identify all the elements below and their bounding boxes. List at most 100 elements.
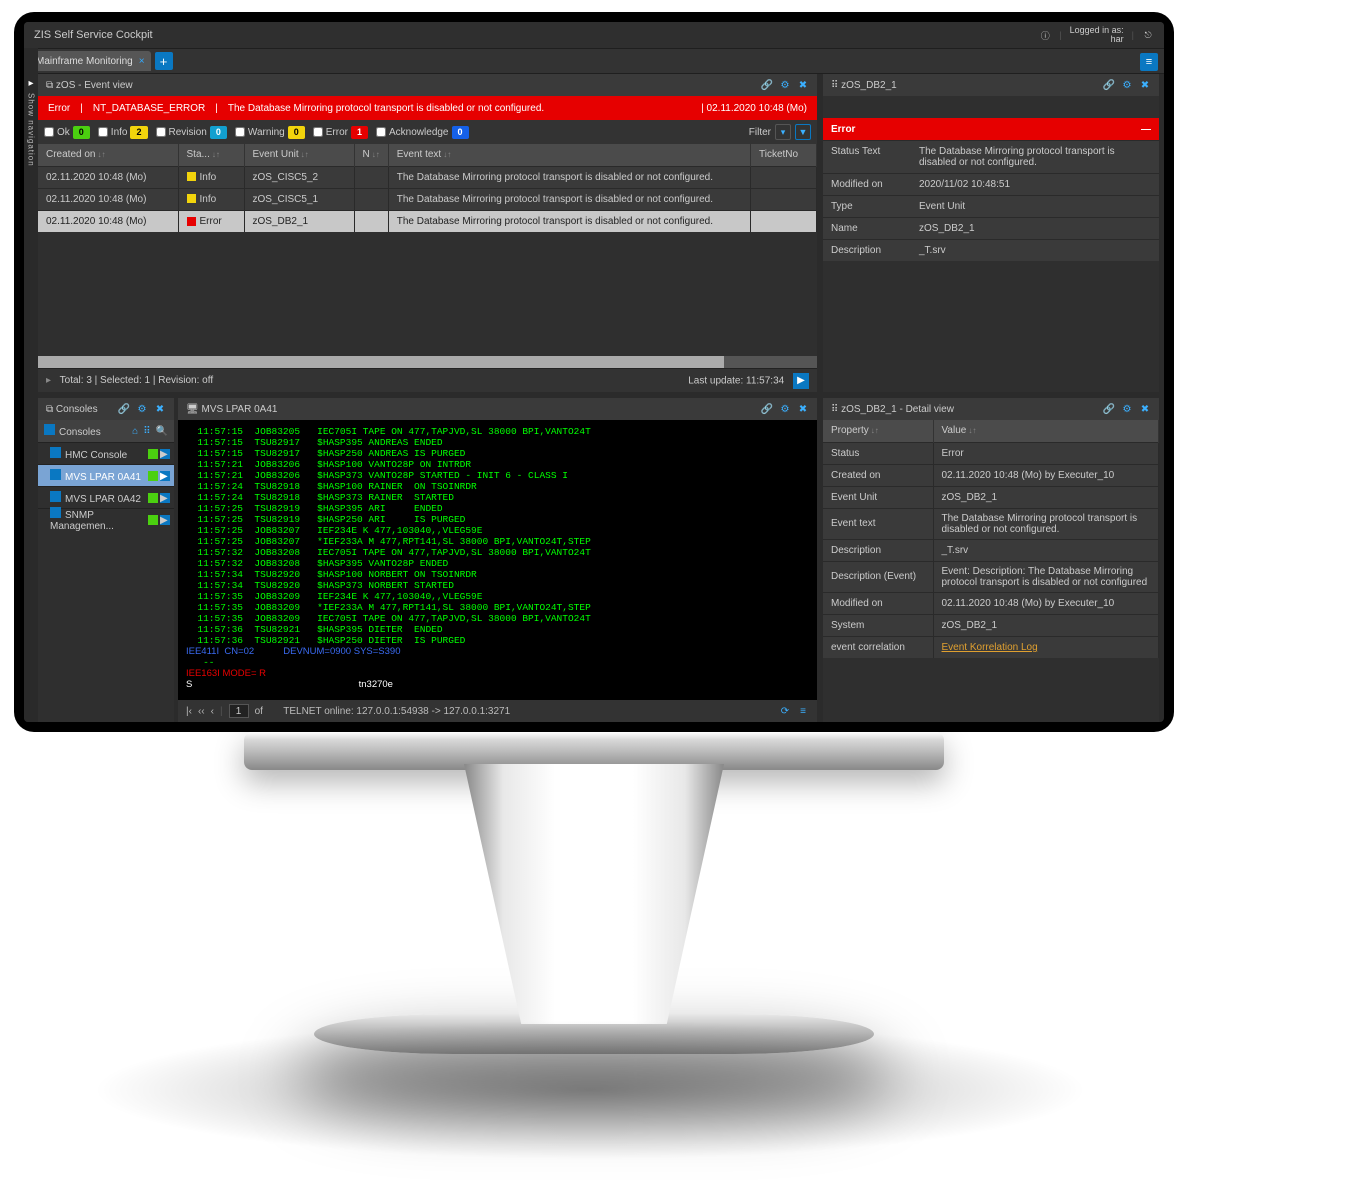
- event-view-title: zOS - Event view: [56, 80, 133, 91]
- status-total: Total: 3: [60, 375, 92, 386]
- filter-revision[interactable]: Revision0: [156, 126, 227, 139]
- gear-icon[interactable]: ⚙: [1121, 403, 1133, 415]
- event-table: Created on↓↑Sta...↓↑Event Unit↓↑N↓↑Event…: [38, 144, 817, 232]
- error-text: The Database Mirroring protocol transpor…: [228, 103, 544, 114]
- horizontal-scrollbar[interactable]: [38, 356, 817, 368]
- filter-ok[interactable]: Ok0: [44, 126, 90, 139]
- detail-key: Type: [823, 195, 911, 217]
- menu-icon[interactable]: ≡: [797, 705, 809, 717]
- detail-row: Event textThe Database Mirroring protoco…: [823, 508, 1159, 539]
- detail-value: _T.srv: [911, 239, 1159, 261]
- play-button[interactable]: ▶: [793, 373, 809, 389]
- close-icon[interactable]: ✖: [797, 79, 809, 91]
- dropdown-caret-icon[interactable]: ▸: [46, 375, 51, 386]
- event-col-header[interactable]: N↓↑: [354, 144, 388, 166]
- page-prev-button[interactable]: ‹: [211, 706, 214, 717]
- hamburger-button[interactable]: ≡: [1140, 53, 1158, 71]
- event-col-header[interactable]: Created on↓↑: [38, 144, 178, 166]
- detail-row: SystemzOS_DB2_1: [823, 614, 1159, 636]
- gear-icon[interactable]: ⚙: [1121, 79, 1133, 91]
- console-list-item[interactable]: HMC Console▶: [38, 442, 174, 464]
- close-icon[interactable]: ✖: [1139, 79, 1151, 91]
- korrelation-log-link[interactable]: Event Korrelation Log: [942, 642, 1038, 653]
- add-tab-button[interactable]: +: [155, 52, 173, 70]
- error-date: 02.11.2020 10:48 (Mo): [707, 103, 807, 114]
- event-col-header[interactable]: TicketNo: [751, 144, 817, 166]
- logged-in-user: har: [1070, 35, 1124, 44]
- close-icon[interactable]: ✖: [154, 403, 166, 415]
- show-navigation-toggle[interactable]: ▸ Show navigation: [24, 48, 38, 722]
- detail-value: Event Unit: [911, 195, 1159, 217]
- play-icon[interactable]: ▶: [160, 449, 170, 459]
- page-first-button[interactable]: |‹: [186, 706, 192, 717]
- monitor-icon: [50, 447, 61, 458]
- logout-icon[interactable]: ⎋: [1142, 29, 1154, 41]
- link-icon[interactable]: 🔗: [1103, 403, 1115, 415]
- error-banner: Error | NT_DATABASE_ERROR | The Database…: [38, 96, 817, 120]
- monitor-icon: [50, 507, 61, 518]
- filter-funnel-button[interactable]: ▼: [795, 124, 811, 140]
- home-icon[interactable]: ⌂: [132, 426, 138, 437]
- table-row[interactable]: 02.11.2020 10:48 (Mo)InfozOS_CISC5_1The …: [38, 188, 817, 210]
- console-list-item[interactable]: SNMP Managemen...▶: [38, 508, 174, 530]
- app-title: ZIS Self Service Cockpit: [34, 29, 153, 41]
- filter-info[interactable]: Info2: [98, 126, 148, 139]
- filter-acknowledge[interactable]: Acknowledge0: [376, 126, 469, 139]
- table-row[interactable]: 02.11.2020 10:48 (Mo)ErrorzOS_DB2_1The D…: [38, 210, 817, 232]
- info-icon[interactable]: ⓘ: [1039, 29, 1051, 41]
- tree-icon[interactable]: ⠿: [143, 426, 150, 437]
- monitor-icon: [50, 469, 61, 480]
- console-list-item[interactable]: MVS LPAR 0A41▶: [38, 464, 174, 486]
- detail-key: Name: [823, 217, 911, 239]
- link-icon[interactable]: 🔗: [761, 403, 773, 415]
- consoles-icon: [44, 424, 55, 435]
- show-navigation-label: Show navigation: [27, 93, 36, 167]
- collapse-icon[interactable]: —: [1141, 124, 1151, 135]
- event-view-panel: ⧉ zOS - Event view 🔗 ⚙ ✖ Error | NT_DATA…: [38, 74, 817, 392]
- terminal-panel: 🖥 MVS LPAR 0A41 🔗 ⚙ ✖ 11:57:15 JOB83205 …: [178, 398, 817, 722]
- tab-close-icon[interactable]: ×: [139, 56, 145, 67]
- telnet-status: TELNET online: 127.0.0.1:54938 -> 127.0.…: [283, 706, 510, 717]
- event-col-header[interactable]: Event text↓↑: [388, 144, 750, 166]
- detail-value: zOS_DB2_1: [911, 217, 1159, 239]
- play-icon[interactable]: ▶: [160, 515, 170, 525]
- event-col-header[interactable]: Event Unit↓↑: [244, 144, 354, 166]
- filter-error[interactable]: Error1: [313, 126, 368, 139]
- status-revision: Revision: off: [158, 375, 213, 386]
- error-box-header[interactable]: Error —: [823, 118, 1159, 140]
- detail-row: StatusError: [823, 442, 1159, 464]
- play-icon[interactable]: ▶: [160, 471, 170, 481]
- tab-mainframe-monitoring[interactable]: Mainframe Monitoring ×: [30, 51, 151, 71]
- close-icon[interactable]: ✖: [1139, 403, 1151, 415]
- detail-row: Description (Event)Event: Description: T…: [823, 561, 1159, 592]
- status-dot-icon: [148, 515, 158, 525]
- detail-key: Status Text: [823, 140, 911, 173]
- terminal-title: MVS LPAR 0A41: [201, 404, 277, 415]
- chevron-right-icon: ▸: [28, 78, 33, 89]
- link-icon[interactable]: 🔗: [118, 403, 130, 415]
- refresh-icon[interactable]: ⟳: [779, 705, 791, 717]
- event-col-header[interactable]: Sta...↓↑: [178, 144, 244, 166]
- gear-icon[interactable]: ⚙: [779, 79, 791, 91]
- terminal-output[interactable]: 11:57:15 JOB83205 IEC705I TAPE ON 477,TA…: [178, 420, 817, 700]
- table-row[interactable]: 02.11.2020 10:48 (Mo)InfozOS_CISC5_2The …: [38, 166, 817, 188]
- console-list-item[interactable]: MVS LPAR 0A42▶: [38, 486, 174, 508]
- page-prev-group-button[interactable]: ‹‹: [198, 706, 205, 717]
- link-icon[interactable]: 🔗: [761, 79, 773, 91]
- error-code: NT_DATABASE_ERROR: [93, 103, 205, 114]
- detail-row: Modified on02.11.2020 10:48 (Mo) by Exec…: [823, 592, 1159, 614]
- detail-row: event correlationEvent Korrelation Log: [823, 636, 1159, 658]
- detail-row: Created on02.11.2020 10:48 (Mo) by Execu…: [823, 464, 1159, 486]
- close-icon[interactable]: ✖: [797, 403, 809, 415]
- status-dot-icon: [148, 449, 158, 459]
- page-input[interactable]: [229, 704, 249, 718]
- search-icon[interactable]: 🔍: [156, 426, 168, 437]
- play-icon[interactable]: ▶: [160, 493, 170, 503]
- monitor-icon: [50, 491, 61, 502]
- filter-warning[interactable]: Warning0: [235, 126, 305, 139]
- link-icon[interactable]: 🔗: [1103, 79, 1115, 91]
- filter-dropdown-button[interactable]: ▾: [775, 124, 791, 140]
- gear-icon[interactable]: ⚙: [136, 403, 148, 415]
- status-dot-icon: [148, 493, 158, 503]
- gear-icon[interactable]: ⚙: [779, 403, 791, 415]
